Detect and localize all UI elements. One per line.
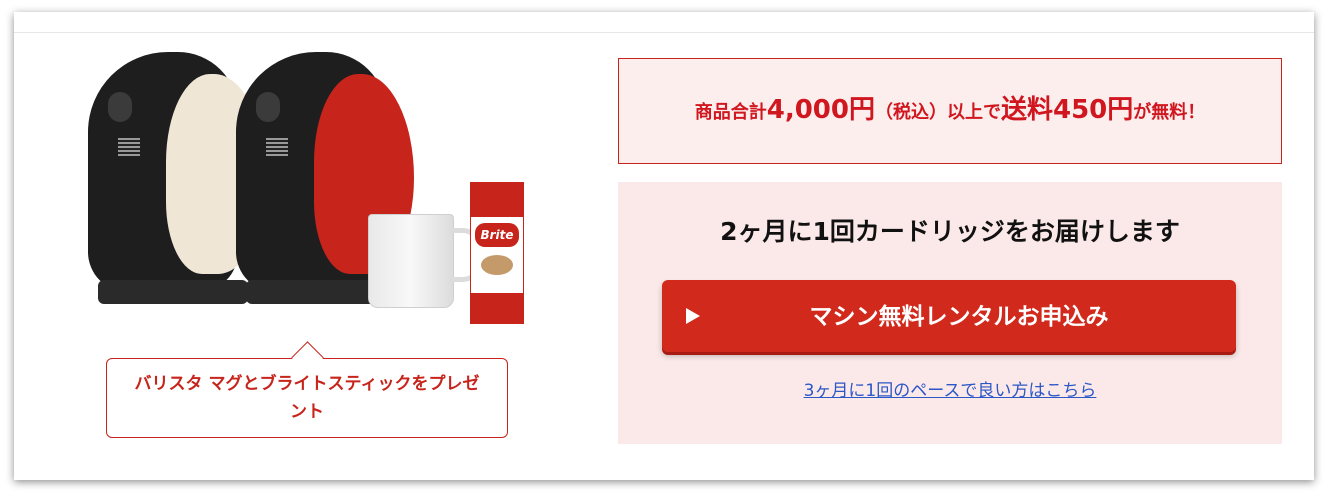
- brite-creamer-box: Brite: [470, 182, 524, 324]
- free-shipping-banner: 商品合計4,000円（税込）以上で送料450円が無料！: [618, 58, 1282, 164]
- delivery-frequency-title: 2ヶ月に1回カードリッジをお届けします: [720, 217, 1180, 246]
- subscription-panel: 2ヶ月に1回カードリッジをお届けします マシン無料レンタルお申込み 3ヶ月に1回…: [618, 182, 1282, 444]
- product-image: Brite: [88, 52, 528, 332]
- machine-control-icon: [108, 92, 132, 122]
- three-month-plan-link[interactable]: 3ヶ月に1回のペースで良い方はこちら: [618, 376, 1282, 401]
- machine-vent: [118, 138, 140, 156]
- free-shipping-text: 商品合計4,000円（税込）以上で送料450円が無料！: [640, 90, 1260, 133]
- apply-machine-rental-button[interactable]: マシン無料レンタルお申込み: [662, 280, 1236, 352]
- machine-vent: [266, 138, 288, 156]
- machine-drip-tray: [98, 280, 248, 304]
- shipping-suffix: が無料！: [1133, 101, 1206, 123]
- coffee-cup-icon: [481, 255, 513, 275]
- glass-mug: [368, 214, 454, 308]
- brite-logo: Brite: [475, 223, 519, 247]
- shipping-prefix: 商品合計: [694, 101, 767, 123]
- shipping-tax-note: （税込）以上で: [874, 101, 1001, 123]
- divider: [14, 32, 1314, 33]
- shipping-fee: 送料450円: [1000, 94, 1134, 125]
- apply-button-label: マシン無料レンタルお申込み: [809, 303, 1109, 329]
- gift-callout-text: バリスタ マグとブライトスティックをプレゼント: [134, 374, 480, 422]
- machine-control-icon: [256, 92, 280, 122]
- shipping-amount: 4,000円: [766, 94, 875, 125]
